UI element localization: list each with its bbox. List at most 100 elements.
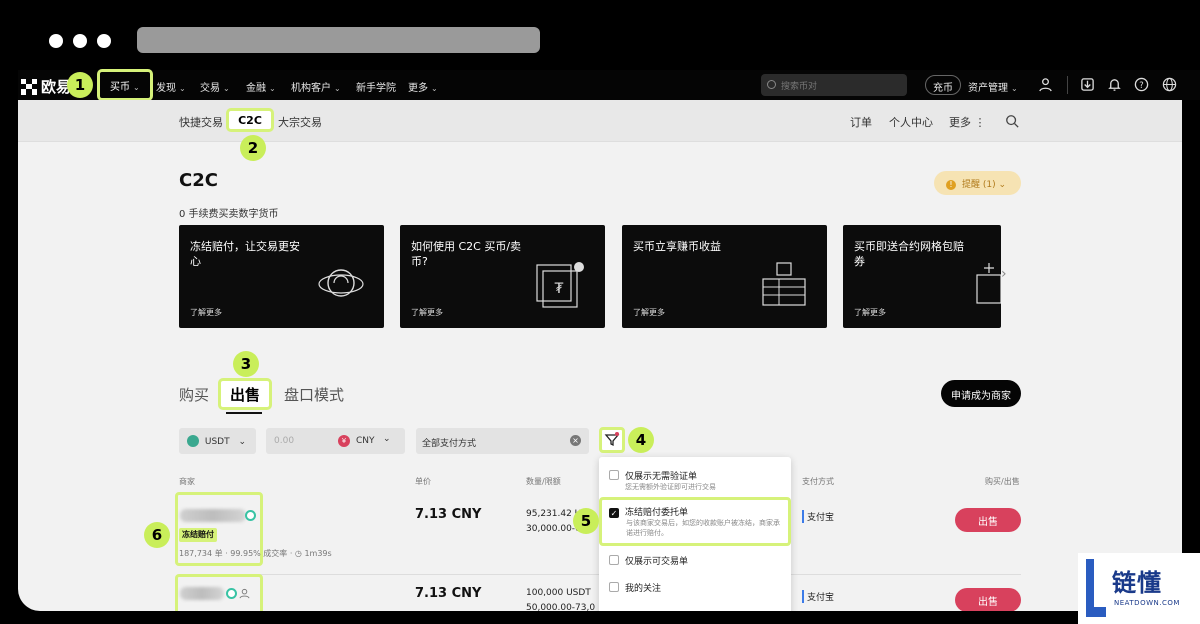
shop-icon: [762, 262, 806, 306]
nav-academy[interactable]: 新手学院: [356, 79, 396, 94]
checkbox-checked[interactable]: ✓: [609, 508, 619, 518]
browser-chrome: [0, 0, 1200, 70]
filter-option-highlight[interactable]: ✓ 冻结赔付委托单 与该商家交易后，如您的收款账户被冻结，商家承诺进行赔付。: [599, 497, 791, 546]
search-icon[interactable]: [1005, 114, 1019, 128]
tab-block-trade[interactable]: 大宗交易: [278, 114, 322, 130]
checkbox[interactable]: [609, 470, 619, 480]
help-icon[interactable]: ?: [1134, 77, 1149, 92]
promo-card[interactable]: 冻结赔付，让交易更安心 了解更多: [179, 225, 384, 328]
payment-label: 全部支付方式: [422, 439, 477, 449]
filter-option[interactable]: 我的关注: [609, 581, 661, 594]
window-dot-icon[interactable]: [97, 34, 111, 48]
step-badge: 6: [144, 522, 170, 548]
card-more-link[interactable]: 了解更多: [411, 307, 443, 318]
neatdown-logo-icon: [1086, 559, 1106, 617]
cny-currency-icon: ¥: [338, 435, 350, 447]
filter-option-desc: 您无需额外验证即可进行交易: [625, 483, 716, 491]
tab-c2c[interactable]: C2C: [226, 108, 274, 132]
promo-card[interactable]: 如何使用 C2C 买币/卖币? 了解更多 ₮: [400, 225, 605, 328]
tab-express[interactable]: 快捷交易: [179, 114, 223, 130]
download-icon[interactable]: [1080, 77, 1095, 92]
nav-trade[interactable]: 交易 ⌄: [200, 79, 230, 94]
checkbox[interactable]: [609, 582, 619, 592]
col-price: 单价: [415, 477, 431, 486]
svg-text:?: ?: [1139, 80, 1143, 90]
card-title: 冻结赔付，让交易更安心: [190, 240, 300, 268]
window-dot-icon[interactable]: [49, 34, 63, 48]
user-icon[interactable]: [1038, 77, 1053, 92]
nav-institutional[interactable]: 机构客户 ⌄: [291, 79, 341, 94]
step-badge: 3: [233, 351, 259, 377]
user-group-icon: [239, 588, 250, 599]
payment-method: 支付宝: [802, 510, 834, 523]
active-tab-indicator: [226, 412, 262, 414]
chevron-down-icon: ⌄: [383, 434, 391, 444]
frozen-compensation-badge: 冻结赔付: [179, 528, 217, 542]
nav-buy-crypto[interactable]: 买币 ⌄: [97, 69, 153, 101]
step-badge: 2: [240, 135, 266, 161]
nav-finance[interactable]: 金融 ⌄: [246, 79, 276, 94]
search-placeholder: 搜索币对: [781, 82, 818, 92]
checkbox[interactable]: [609, 555, 619, 565]
card-more-link[interactable]: 了解更多: [190, 307, 222, 318]
payment-method: 支付宝: [802, 590, 834, 603]
card-more-link[interactable]: 了解更多: [633, 307, 665, 318]
verified-icon: [245, 510, 256, 521]
fiat-label: CNY: [356, 436, 375, 446]
tab-buy[interactable]: 购买: [179, 384, 209, 405]
merchant-stats: 187,734 单 · 99.95% 成交率 · ◷ 1m39s: [179, 549, 332, 558]
okx-logo-icon: [21, 78, 37, 95]
amount-filter[interactable]: 0.00 ¥ CNY ⌄: [266, 428, 405, 454]
filter-option[interactable]: ✓ 冻结赔付委托单: [609, 505, 688, 518]
col-action: 购买/出售: [985, 477, 1020, 486]
assets-menu[interactable]: 资产管理 ⌄: [968, 79, 1018, 94]
search-input[interactable]: 搜索币对: [761, 74, 907, 96]
page-subtitle: 0 手续费买卖数字货币: [179, 209, 279, 220]
step-badge: 1: [67, 72, 93, 98]
carousel-next-icon[interactable]: ›: [1001, 266, 1007, 282]
window-dot-icon[interactable]: [73, 34, 87, 48]
c2c-page: 快捷交易 大宗交易 订单 个人中心 更多 ⋮ C2C C2C 0 手续费买卖数字…: [18, 100, 1182, 611]
price: 7.13 CNY: [415, 586, 482, 601]
sell-button[interactable]: 出售: [955, 508, 1021, 532]
filter-option[interactable]: 仅展示无需验证单: [609, 469, 697, 482]
coin-select[interactable]: USDT ⌄: [179, 428, 256, 454]
step-badge: 4: [628, 427, 654, 453]
sell-button[interactable]: 出售: [955, 588, 1021, 611]
sub-nav: 快捷交易 大宗交易 订单 个人中心 更多 ⋮: [18, 100, 1182, 142]
gift-icon: [976, 263, 1001, 304]
tab-sell[interactable]: 出售: [218, 378, 272, 410]
merchant-name-blurred[interactable]: [180, 509, 246, 522]
filter-funnel-icon: [604, 432, 620, 447]
watermark: 链懂 NEATDOWN.COM: [1078, 553, 1200, 624]
filter-toggle-button[interactable]: [599, 427, 625, 453]
card-title: 如何使用 C2C 买币/卖币?: [411, 240, 522, 268]
notice-button[interactable]: ! 提醒 (1) ⌄: [934, 171, 1021, 195]
nav-discover[interactable]: 发现 ⌄: [156, 79, 186, 94]
search-icon: [767, 80, 776, 89]
quantity-limit: 100,000 USDT 50,000.00-73,0: [526, 588, 596, 611]
usdt-coin-icon: [187, 435, 199, 447]
bell-icon[interactable]: [1107, 77, 1122, 92]
address-bar[interactable]: [137, 27, 540, 53]
merchant-name-blurred[interactable]: [180, 587, 224, 600]
tab-orderbook-mode[interactable]: 盘口模式: [284, 384, 344, 405]
clear-icon[interactable]: ×: [570, 435, 581, 446]
col-payment: 支付方式: [802, 477, 834, 486]
profile-link[interactable]: 个人中心: [889, 114, 933, 130]
nav-more[interactable]: 更多 ⌄: [408, 79, 438, 94]
payment-select[interactable]: 全部支付方式 ×: [416, 428, 589, 454]
apply-merchant-button[interactable]: 申请成为商家: [941, 380, 1021, 407]
logo[interactable]: 欧易: [21, 76, 71, 97]
globe-icon[interactable]: [1162, 77, 1177, 92]
divider: [1067, 76, 1068, 94]
page-title: C2C: [179, 170, 218, 191]
deposit-button[interactable]: 充币: [925, 75, 961, 95]
orders-link[interactable]: 订单: [850, 114, 872, 130]
card-more-link[interactable]: 了解更多: [854, 307, 886, 318]
filter-option-desc: 与该商家交易后，如您的收款账户被冻结，商家承诺进行赔付。: [626, 519, 780, 537]
promo-card[interactable]: 买币即送合约网格包赔券 了解更多: [843, 225, 1001, 328]
filter-option[interactable]: 仅展示可交易单: [609, 554, 688, 567]
more-link[interactable]: 更多 ⋮: [949, 114, 986, 130]
promo-card[interactable]: 买币立享赚币收益 了解更多: [622, 225, 827, 328]
